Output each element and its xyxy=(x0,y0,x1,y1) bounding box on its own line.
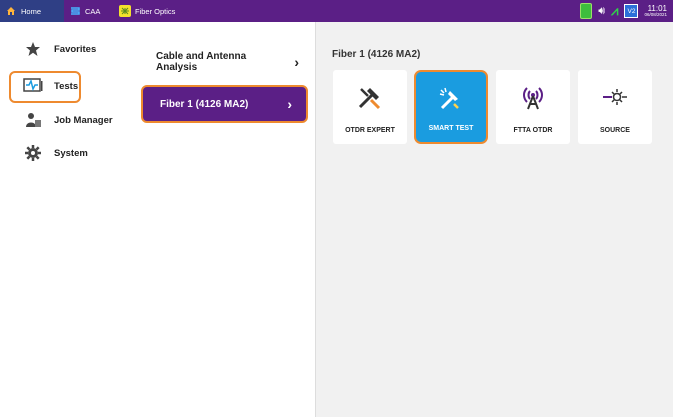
tile-label: OTDR EXPERT xyxy=(345,127,395,134)
list-item-cable-antenna[interactable]: Cable and Antenna Analysis › xyxy=(139,42,313,82)
gear-icon xyxy=(22,144,44,162)
chevron-right-icon: › xyxy=(287,96,292,112)
sidebar-item-tests[interactable]: Tests xyxy=(22,73,78,99)
tab-caa-label: CAA xyxy=(85,6,101,16)
list-item-fiber-1[interactable]: Fiber 1 (4126 MA2) › xyxy=(141,85,308,123)
otdr-expert-icon xyxy=(358,88,381,110)
speaker-icon[interactable]: 🔊︎ xyxy=(598,5,605,18)
top-bar: Home CAA Fiber Optics 🔊︎ ⩘ V2 11:01 06/0… xyxy=(0,0,673,22)
tab-fiber-optics[interactable]: Fiber Optics xyxy=(114,0,184,22)
source-icon xyxy=(603,89,627,105)
fiber-optics-icon xyxy=(119,5,131,17)
sidebar-item-favorites[interactable]: Favorites xyxy=(22,36,96,62)
otdr-expert-tile[interactable]: OTDR EXPERT xyxy=(333,70,407,144)
source-tile[interactable]: SOURCE xyxy=(578,70,652,144)
clock-date: 06/08/2021 xyxy=(644,11,667,17)
tab-fiber-optics-label: Fiber Optics xyxy=(135,6,176,16)
smart-test-tile[interactable]: SMART TEST xyxy=(414,70,488,144)
sidebar-item-job-manager[interactable]: Job Manager xyxy=(22,107,113,133)
sidebar: Favorites Tests Job Manager System xyxy=(0,22,140,417)
list-item-label: Cable and Antenna Analysis xyxy=(156,50,247,74)
network-status-icon: ⩘ xyxy=(611,3,619,18)
battery-icon xyxy=(580,3,593,19)
list-item-label: Fiber 1 (4126 MA2) xyxy=(160,98,249,110)
smart-test-icon xyxy=(439,87,459,110)
category-list: Cable and Antenna Analysis › Fiber 1 (41… xyxy=(139,22,316,417)
tab-caa[interactable]: CAA xyxy=(64,0,114,22)
chevron-right-icon: › xyxy=(294,54,299,70)
tests-icon xyxy=(22,77,44,95)
job-manager-icon xyxy=(22,111,44,129)
tab-home-label: Home xyxy=(21,6,42,16)
home-icon xyxy=(5,5,17,17)
status-area: 🔊︎ ⩘ V2 11:01 06/08/2021 xyxy=(580,3,667,19)
ftta-otdr-icon xyxy=(523,87,543,110)
sidebar-item-label: Favorites xyxy=(54,43,97,55)
tile-label: SOURCE xyxy=(600,127,630,134)
sidebar-item-label: System xyxy=(54,147,88,159)
page-title: Fiber 1 (4126 MA2) xyxy=(332,49,421,60)
sidebar-item-system[interactable]: System xyxy=(22,140,88,166)
tab-home[interactable]: Home xyxy=(0,0,64,22)
tile-label: SMART TEST xyxy=(428,125,474,132)
star-icon xyxy=(22,40,44,58)
caa-icon xyxy=(69,5,81,17)
clock: 11:01 06/08/2021 xyxy=(644,4,667,18)
sidebar-item-label: Tests xyxy=(54,80,79,92)
main-panel: Fiber 1 (4126 MA2) OTDR EXPERT SMART TES… xyxy=(316,22,673,417)
sidebar-item-label: Job Manager xyxy=(54,114,113,126)
v2-badge: V2 xyxy=(624,4,639,18)
tile-label: FTTA OTDR xyxy=(513,127,553,134)
ftta-otdr-tile[interactable]: FTTA OTDR xyxy=(496,70,570,144)
